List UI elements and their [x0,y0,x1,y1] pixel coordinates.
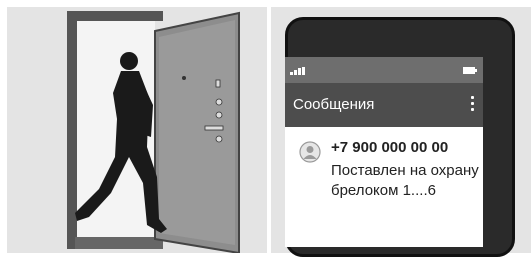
phone-panel: Сообщения +7 900 000 00 00 Поставлен на … [271,7,531,257]
app-title: Сообщения [293,96,375,113]
battery-icon [463,67,477,74]
man-walking-through-door-illustration [67,11,240,253]
message-sender: +7 900 000 00 00 [331,139,449,156]
message-text: Поставлен на охрану брелоком 1....6 [331,162,479,199]
door-handle [204,125,224,131]
app-bar: Сообщения [285,83,483,127]
door-illustration-panel [7,7,267,253]
signal-strength-icon [290,67,305,75]
door-frame-top [67,11,163,21]
status-bar [285,57,483,83]
message-list: +7 900 000 00 00 Поставлен на охрану бре… [285,127,483,247]
more-vert-icon[interactable] [471,96,475,112]
door-peephole [182,76,186,80]
person-avatar-icon [299,141,321,163]
